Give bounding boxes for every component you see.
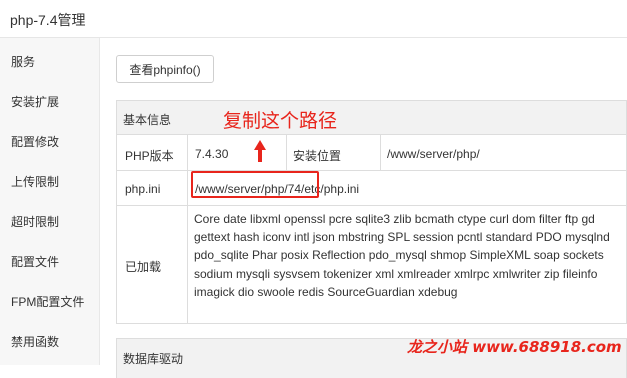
basic-info-header: 基本信息 [117,101,626,135]
loaded-label: 已加载 [125,260,162,274]
sidebar-item-timeout-limit[interactable]: 超时限制 [11,213,59,230]
row-divider [117,205,626,206]
view-phpinfo-button[interactable]: 查看phpinfo() [116,55,214,83]
sidebar-item-config-file[interactable]: 配置文件 [11,253,59,270]
window-title: php-7.4管理 [10,12,86,28]
sidebar-item-disabled-functions[interactable]: 禁用函数 [11,333,59,350]
sidebar-item-fpm-config-file[interactable]: FPM配置文件 [11,293,84,310]
column-divider [187,135,188,323]
watermark: 龙之小站 www.688918.com [407,338,622,356]
column-divider [286,135,287,170]
sidebar-item-service[interactable]: 服务 [11,53,35,70]
title-bar: php-7.4管理 [0,0,627,38]
php-version-value: 7.4.30 [195,147,229,161]
loaded-extensions-list: Core date libxml openssl pcre sqlite3 zl… [194,212,610,299]
sidebar-item-upload-limit[interactable]: 上传限制 [11,173,59,190]
install-location-label: 安装位置 [293,149,342,163]
database-driver-heading: 数据库驱动 [123,352,184,366]
php-ini-label: php.ini [125,182,161,196]
ini-path-highlight-box [191,171,319,198]
column-divider [380,135,381,170]
install-location-value: /www/server/php/ [387,147,480,161]
sidebar: 服务 安装扩展 配置修改 上传限制 超时限制 配置文件 FPM配置文件 禁用函数 [0,38,100,365]
main-content: 查看phpinfo() 基本信息 PHP版本 7.4.30 安装位置 /www/… [100,38,627,378]
sidebar-item-install-extensions[interactable]: 安装扩展 [11,93,59,110]
basic-info-heading: 基本信息 [123,113,172,127]
up-arrow-icon [254,140,266,162]
php-version-label: PHP版本 [125,149,174,163]
annotation-copy-path: 复制这个路径 [223,110,338,132]
sidebar-item-config-edit[interactable]: 配置修改 [11,133,59,150]
